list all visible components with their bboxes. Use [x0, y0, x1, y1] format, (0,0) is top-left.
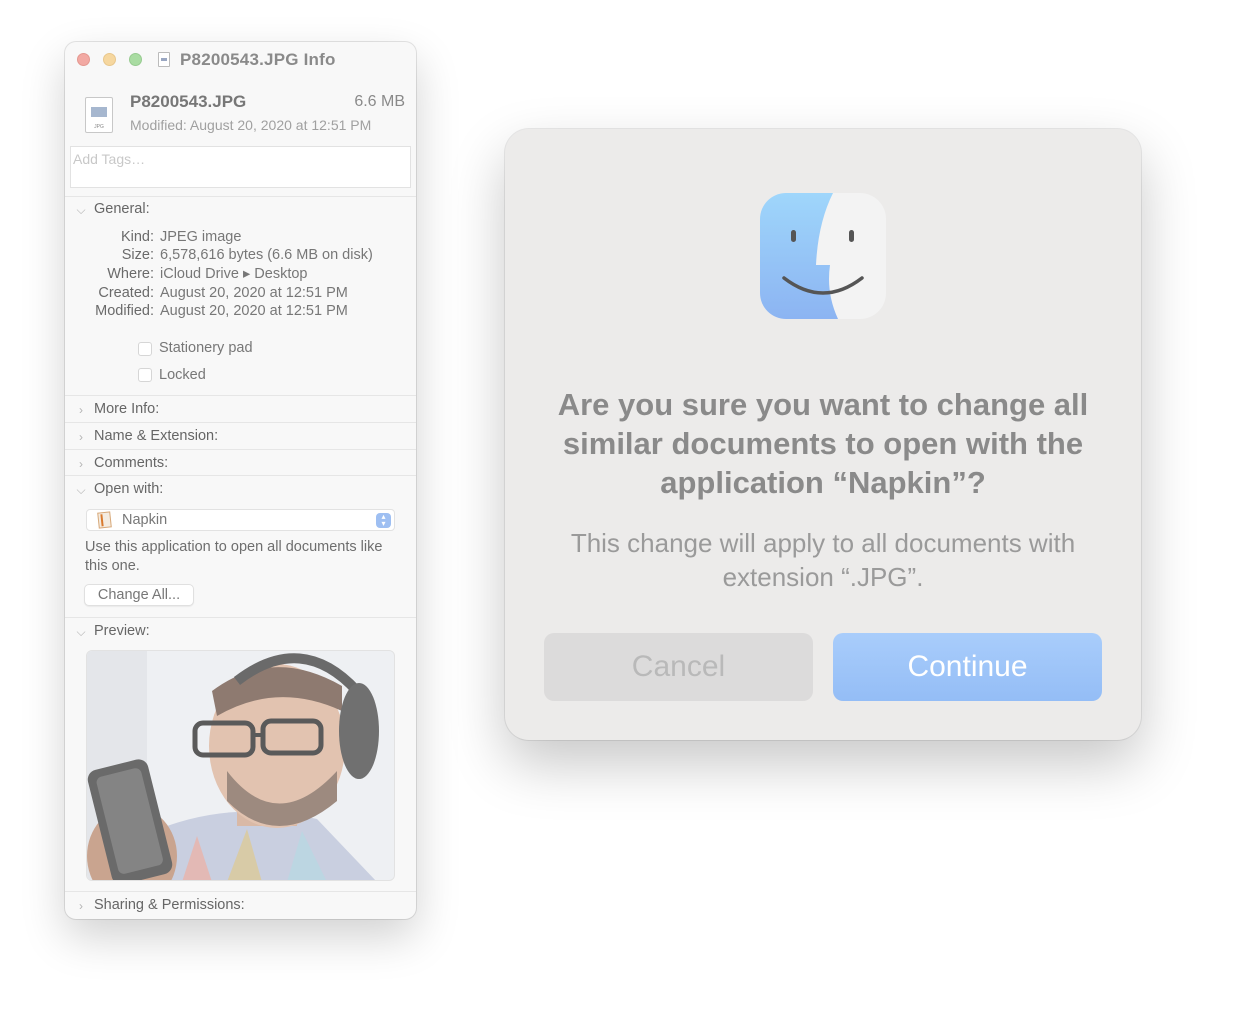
cancel-button[interactable]: Cancel	[544, 633, 813, 701]
divider	[65, 617, 416, 618]
stationery-pad-label: Stationery pad	[159, 340, 253, 356]
dialog-title: Are you sure you want to change all simi…	[557, 387, 1089, 500]
kind-key: Kind:	[120, 229, 154, 245]
general-size-row: Size: 6,578,616 bytes (6.6 MB on disk)	[65, 247, 416, 265]
dialog-message: This change will apply to all documents …	[570, 528, 1076, 592]
section-comments-label: Comments:	[94, 455, 169, 471]
section-name-extension-label: Name & Extension:	[94, 428, 219, 444]
created-value: August 20, 2020 at 12:51 PM	[160, 285, 348, 301]
chevron-down-icon: ⌵	[76, 483, 86, 497]
open-with-popup[interactable]: Napkin ▴ ▾	[86, 509, 395, 531]
chevron-right-icon: ›	[79, 457, 83, 471]
tags-input[interactable]: Add Tags…	[70, 146, 411, 188]
modified-value: August 20, 2020 at 12:51 PM	[160, 303, 348, 319]
open-with-help-text: Use this application to open all documen…	[85, 539, 383, 574]
continue-button[interactable]: Continue	[833, 633, 1102, 701]
section-sharing-permissions[interactable]: › Sharing & Permissions:	[75, 897, 405, 919]
section-comments[interactable]: › Comments:	[75, 455, 405, 477]
section-general[interactable]: ⌵ General:	[75, 201, 405, 223]
preview-photo	[87, 651, 394, 880]
section-general-label: General:	[94, 201, 150, 217]
chevron-right-icon: ›	[79, 430, 83, 444]
info-window: P8200543.JPG Info JPG P8200543.JPG 6.6 M…	[65, 42, 416, 919]
chevron-down-icon: ⌵	[76, 625, 86, 639]
divider	[65, 395, 416, 396]
divider	[65, 891, 416, 892]
stationery-pad-checkbox[interactable]	[138, 342, 152, 356]
general-modified-row: Modified: August 20, 2020 at 12:51 PM	[65, 303, 416, 321]
finder-icon	[760, 193, 886, 319]
section-sharing-label: Sharing & Permissions:	[94, 897, 245, 913]
section-more-info-label: More Info:	[94, 401, 160, 417]
locked-checkbox[interactable]	[138, 368, 152, 382]
locked-label: Locked	[159, 367, 206, 383]
popup-arrows-icon: ▴ ▾	[376, 513, 391, 528]
document-proxy-icon[interactable]	[158, 52, 170, 67]
section-open-with[interactable]: ⌵ Open with:	[75, 481, 405, 503]
where-value: iCloud Drive ▸ Desktop	[160, 266, 308, 282]
divider	[65, 475, 416, 476]
section-preview[interactable]: ⌵ Preview:	[75, 623, 405, 645]
chevron-right-icon: ›	[79, 403, 83, 417]
section-more-info[interactable]: › More Info:	[75, 401, 405, 423]
size-key: Size:	[121, 247, 154, 263]
general-kind-row: Kind: JPEG image	[65, 229, 416, 247]
where-key: Where:	[107, 266, 154, 282]
divider	[65, 449, 416, 450]
file-name: P8200543.JPG	[130, 92, 247, 111]
minimize-window-button[interactable]	[103, 53, 116, 66]
general-created-row: Created: August 20, 2020 at 12:51 PM	[65, 285, 416, 303]
change-all-confirm-dialog: Are you sure you want to change all simi…	[505, 129, 1141, 740]
selected-app-name: Napkin	[122, 512, 168, 528]
section-open-with-label: Open with:	[94, 481, 164, 497]
file-icon-ext: JPG	[94, 124, 104, 130]
jpg-file-icon: JPG	[85, 97, 113, 133]
window-title: P8200543.JPG Info	[180, 50, 336, 69]
chevron-down-icon: ⌵	[76, 203, 86, 217]
created-key: Created:	[98, 285, 154, 301]
section-preview-label: Preview:	[94, 623, 150, 639]
file-size: 6.6 MB	[354, 93, 405, 110]
close-window-button[interactable]	[77, 53, 90, 66]
general-where-row: Where: iCloud Drive ▸ Desktop	[65, 266, 416, 284]
image-preview	[86, 650, 395, 881]
size-value: 6,578,616 bytes (6.6 MB on disk)	[160, 247, 373, 263]
section-name-extension[interactable]: › Name & Extension:	[75, 428, 405, 450]
napkin-app-icon	[97, 511, 112, 529]
file-modified: Modified: August 20, 2020 at 12:51 PM	[130, 117, 372, 133]
divider	[65, 422, 416, 423]
kind-value: JPEG image	[160, 229, 242, 245]
title-bar: P8200543.JPG Info	[65, 42, 416, 78]
change-all-button[interactable]: Change All...	[84, 584, 194, 606]
modified-key: Modified:	[95, 303, 154, 319]
chevron-right-icon: ›	[79, 899, 83, 913]
zoom-window-button[interactable]	[129, 53, 142, 66]
divider	[65, 196, 416, 197]
